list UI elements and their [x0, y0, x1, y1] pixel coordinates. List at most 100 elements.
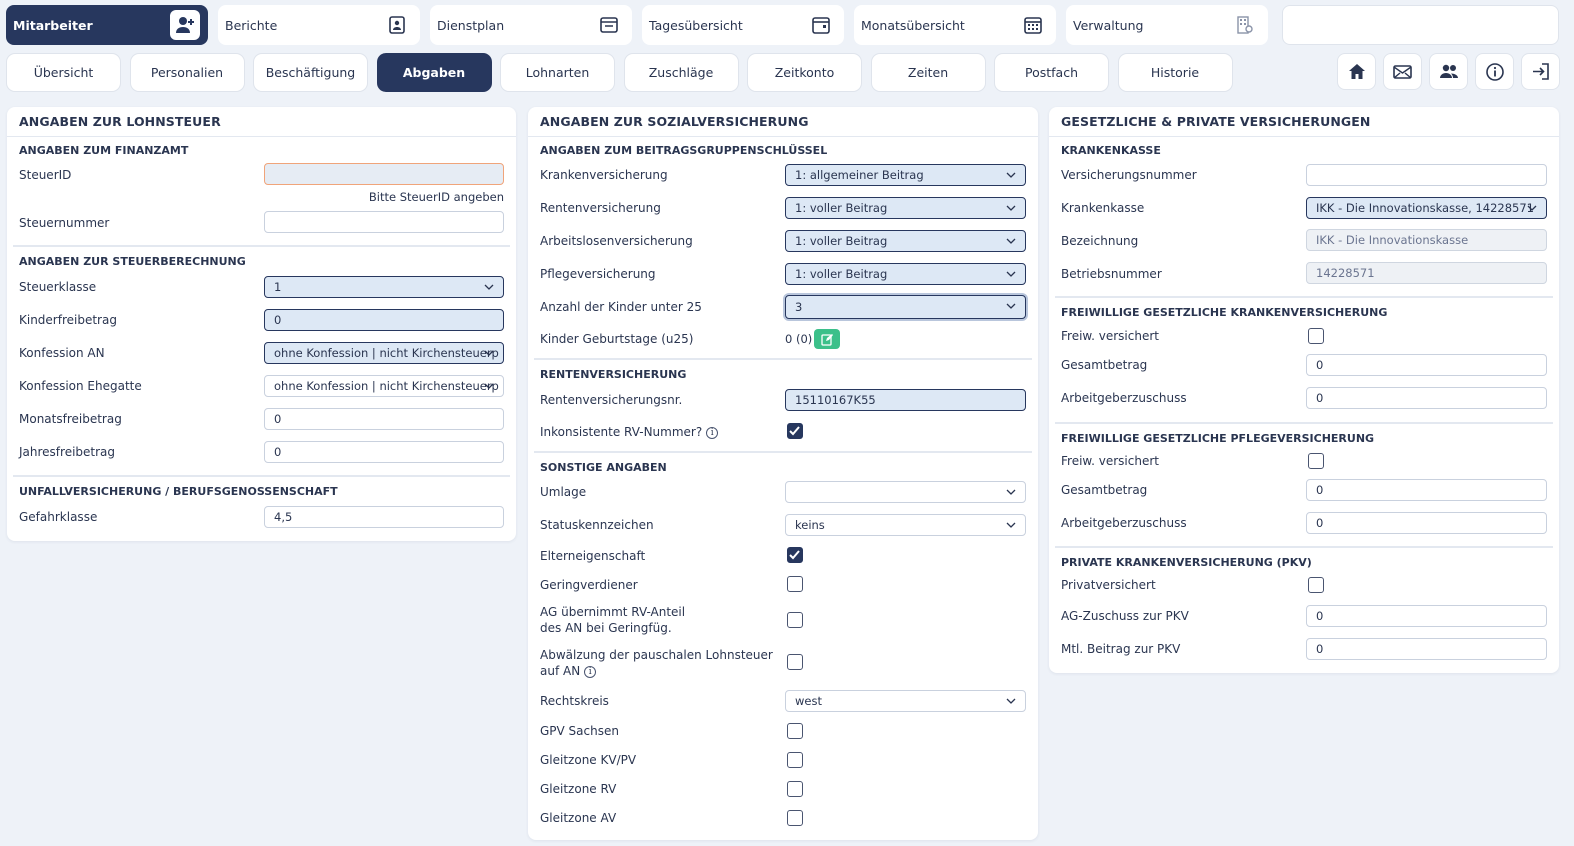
- inkonsistent-checkbox[interactable]: [787, 423, 803, 439]
- chevron-down-icon: [1006, 698, 1016, 704]
- section-steuerberechnung: ANGABEN ZUR STEUERBERECHNUNG: [19, 255, 246, 268]
- info-icon[interactable]: i: [584, 666, 597, 678]
- nav-berichte[interactable]: Berichte: [218, 5, 420, 45]
- tab-historie[interactable]: Historie: [1117, 53, 1233, 92]
- nav-monatsuebersicht[interactable]: Monatsübersicht: [854, 5, 1056, 45]
- fgpv-gesamt-input[interactable]: 0: [1306, 479, 1547, 501]
- fgkv-gesamt-input[interactable]: 0: [1306, 354, 1547, 376]
- chevron-down-icon: [1006, 271, 1016, 277]
- chevron-down-icon: [1006, 172, 1016, 178]
- tab-personalien[interactable]: Personalien: [129, 53, 245, 92]
- geringverdiener-checkbox[interactable]: [787, 576, 803, 592]
- gpv-sachsen-checkbox[interactable]: [787, 723, 803, 739]
- select-value: 3: [795, 300, 803, 314]
- kinder-label: Anzahl der Kinder unter 25: [540, 300, 702, 314]
- checkmark-icon: [789, 426, 800, 436]
- logout-icon[interactable]: [1521, 53, 1560, 90]
- konfession-an-select[interactable]: ohne Konfession | nicht Kirchensteuerp: [264, 342, 504, 364]
- fgpv-freiw-checkbox[interactable]: [1308, 453, 1324, 469]
- jahresfreibetrag-input[interactable]: 0: [264, 441, 504, 463]
- rechtskreis-select[interactable]: west: [785, 690, 1026, 712]
- bezeichnung-label: Bezeichnung: [1061, 234, 1139, 248]
- steuernummer-input[interactable]: [264, 211, 504, 233]
- pflegeversicherung-select[interactable]: 1: voller Beitrag: [785, 263, 1026, 285]
- gleitzone-kvpv-checkbox[interactable]: [787, 752, 803, 768]
- tab-lohnarten[interactable]: Lohnarten: [500, 53, 615, 92]
- umlage-select[interactable]: [785, 481, 1026, 503]
- panel-versicherungen: GESETZLICHE & PRIVATE VERSICHERUNGEN KRA…: [1049, 107, 1559, 673]
- arbeitslosenversicherung-select[interactable]: 1: voller Beitrag: [785, 230, 1026, 252]
- tab-uebersicht[interactable]: Übersicht: [6, 53, 121, 92]
- edit-button[interactable]: [814, 329, 840, 349]
- tab-postfach[interactable]: Postfach: [994, 53, 1109, 92]
- statuskennzeichen-select[interactable]: keins: [785, 514, 1026, 536]
- select-value: ohne Konfession | nicht Kirchensteuerp: [274, 346, 499, 360]
- fgkv-ag-input[interactable]: 0: [1306, 387, 1547, 409]
- pkv-mtl-input[interactable]: 0: [1306, 638, 1547, 660]
- tab-beschaeftigung[interactable]: Beschäftigung: [253, 53, 368, 92]
- gefahrklasse-label: Gefahrklasse: [19, 510, 98, 524]
- nav-mitarbeiter[interactable]: Mitarbeiter: [6, 5, 208, 45]
- divider: [13, 245, 510, 247]
- users-icon[interactable]: [1429, 53, 1468, 90]
- elterneigenschaft-label: Elterneigenschaft: [540, 549, 646, 563]
- pflegeversicherung-label: Pflegeversicherung: [540, 267, 656, 281]
- krankenversicherung-label: Krankenversicherung: [540, 168, 668, 182]
- geringverdiener-label: Geringverdiener: [540, 578, 638, 592]
- gefahrklasse-input[interactable]: 4,5: [264, 506, 504, 528]
- select-value: 1: voller Beitrag: [795, 267, 888, 281]
- tab-zuschlaege[interactable]: Zuschläge: [623, 53, 739, 92]
- divider: [1055, 422, 1553, 424]
- panel-sozialversicherung: ANGABEN ZUR SOZIALVERSICHERUNG ANGABEN Z…: [528, 107, 1038, 840]
- tab-abgaben[interactable]: Abgaben: [376, 53, 492, 92]
- kinder-select[interactable]: 3: [785, 295, 1026, 319]
- section-fgpv: FREIWILLIGE GESETZLICHE PFLEGEVERSICHERU…: [1061, 432, 1375, 445]
- kinderfreibetrag-input[interactable]: 0: [264, 309, 504, 331]
- steuerid-label: SteuerID: [19, 168, 72, 182]
- panel-title: ANGABEN ZUR LOHNSTEUER: [7, 107, 516, 137]
- home-icon[interactable]: [1337, 53, 1376, 90]
- info-icon[interactable]: [1475, 53, 1514, 90]
- checkmark-icon: [789, 550, 800, 560]
- info-icon[interactable]: i: [706, 427, 719, 439]
- ag-rv-checkbox[interactable]: [787, 612, 803, 628]
- gleitzone-av-checkbox[interactable]: [787, 810, 803, 826]
- search-box[interactable]: [1282, 5, 1559, 45]
- steuerklasse-select[interactable]: 1: [264, 276, 504, 298]
- monatsfreibetrag-input[interactable]: 0: [264, 408, 504, 430]
- pkv-priv-checkbox[interactable]: [1308, 577, 1324, 593]
- nav-verwaltung[interactable]: Verwaltung: [1066, 5, 1268, 45]
- pkv-priv-label: Privatversichert: [1061, 578, 1156, 592]
- nav-tagesuebersicht[interactable]: Tagesübersicht: [642, 5, 844, 45]
- panel-title: GESETZLICHE & PRIVATE VERSICHERUNGEN: [1049, 107, 1559, 137]
- section-unfallversicherung: UNFALLVERSICHERUNG / BERUFSGENOSSENSCHAF…: [19, 485, 338, 498]
- nav-dienstplan[interactable]: Dienstplan: [430, 5, 632, 45]
- rentenversicherung-select[interactable]: 1: voller Beitrag: [785, 197, 1026, 219]
- fgpv-ag-input[interactable]: 0: [1306, 512, 1547, 534]
- tab-zeitkonto[interactable]: Zeitkonto: [747, 53, 862, 92]
- abwaelzung-checkbox[interactable]: [787, 654, 803, 670]
- mail-icon[interactable]: [1383, 53, 1422, 90]
- tab-zeiten[interactable]: Zeiten: [870, 53, 986, 92]
- select-value: ohne Konfession | nicht Kirchensteuerp: [274, 379, 499, 393]
- versicherungsnummer-input[interactable]: [1306, 164, 1547, 186]
- krankenkasse-select[interactable]: IKK - Die Innovationskasse, 14228571: [1306, 197, 1547, 219]
- steuerid-input[interactable]: [264, 163, 504, 185]
- gleitzone-rv-checkbox[interactable]: [787, 781, 803, 797]
- konfession-an-label: Konfession AN: [19, 346, 105, 360]
- nav-label: Verwaltung: [1073, 17, 1144, 33]
- section-fgkv: FREIWILLIGE GESETZLICHE KRANKENVERSICHER…: [1061, 306, 1388, 319]
- pkv-ag-input[interactable]: 0: [1306, 605, 1547, 627]
- gleitzone-kvpv-label: Gleitzone KV/PV: [540, 753, 637, 767]
- rvnr-input[interactable]: 15110167K55: [785, 389, 1026, 411]
- elterneigenschaft-checkbox[interactable]: [787, 547, 803, 563]
- user-plus-icon: [170, 10, 200, 40]
- nav-label: Berichte: [225, 17, 278, 33]
- section-beitragsgruppenschluessel: ANGABEN ZUM BEITRAGSGRUPPENSCHLÜSSEL: [540, 144, 828, 157]
- arbeitslosenversicherung-label: Arbeitslosenversicherung: [540, 234, 693, 248]
- label-text: Abwälzung der pauschalen Lohnsteuer auf …: [540, 648, 773, 678]
- krankenversicherung-select[interactable]: 1: allgemeiner Beitrag: [785, 164, 1026, 186]
- konfession-ehegatte-select[interactable]: ohne Konfession | nicht Kirchensteuerp: [264, 375, 504, 397]
- fgkv-freiw-checkbox[interactable]: [1308, 328, 1324, 344]
- fgpv-freiw-label: Freiw. versichert: [1061, 454, 1159, 468]
